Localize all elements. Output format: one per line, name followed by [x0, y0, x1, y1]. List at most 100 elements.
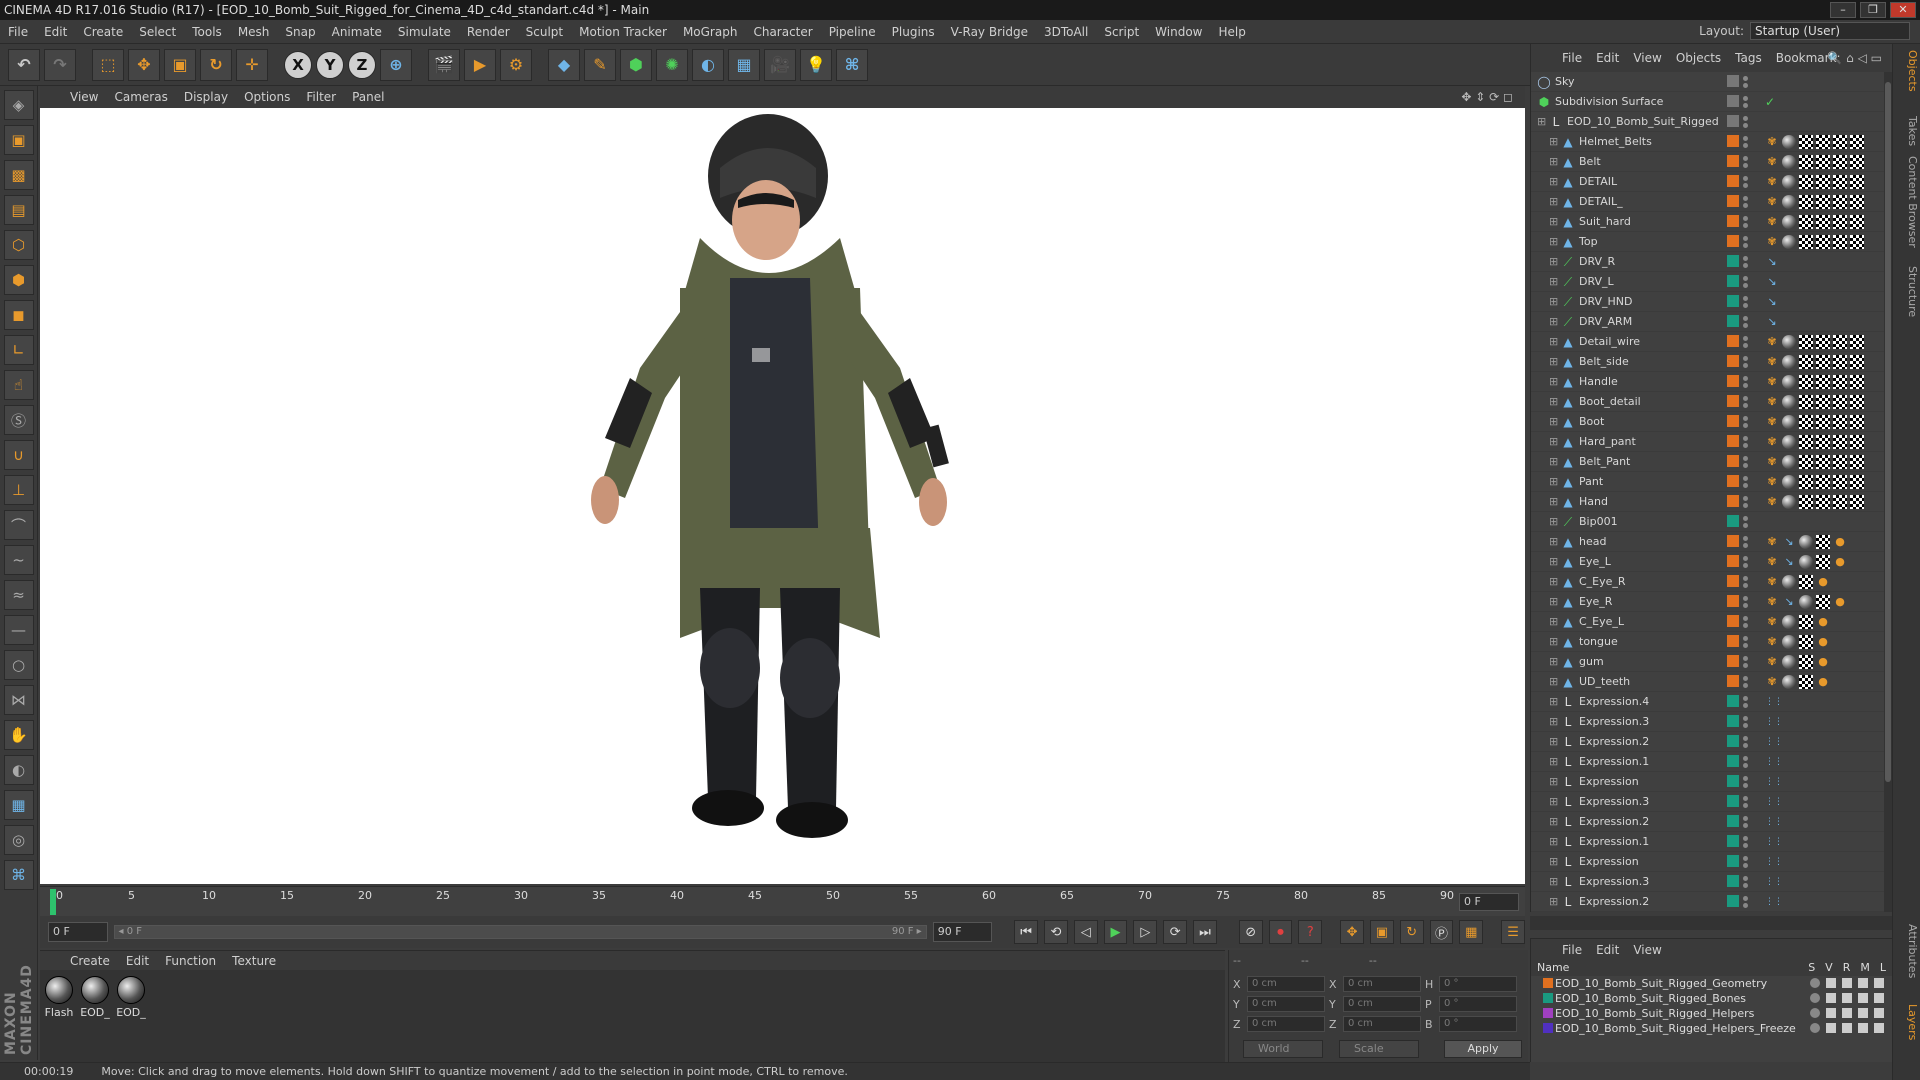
layer-color-swatch[interactable]: [1727, 415, 1739, 427]
material-tag-icon[interactable]: [1782, 195, 1796, 209]
sculpt-pull-icon[interactable]: ⌒: [3, 510, 34, 540]
editor-visibility-dot[interactable]: [1743, 136, 1748, 141]
uvw-tag-icon[interactable]: [1799, 375, 1813, 389]
render-visibility-dot[interactable]: [1743, 343, 1748, 348]
expand-toggle-icon[interactable]: ⊞: [1549, 692, 1558, 712]
material-tag-icon[interactable]: [1782, 215, 1796, 229]
object-row[interactable]: ⊞ ▲ DETAIL ✾: [1531, 172, 1888, 192]
object-row[interactable]: ⊞ ▲ Boot ✾: [1531, 412, 1888, 432]
current-frame-field[interactable]: 0 F: [1459, 893, 1519, 911]
ik-tag-icon[interactable]: ↘: [1782, 595, 1796, 609]
object-row[interactable]: ⊞ ▲ Suit_hard ✾: [1531, 212, 1888, 232]
object-row[interactable]: ⊞ L Expression.2 ⋮⋮: [1531, 732, 1888, 752]
xpresso-tag-icon[interactable]: ⋮⋮: [1765, 895, 1783, 909]
points-mode-icon[interactable]: ⬡: [3, 230, 34, 260]
uvw-tag-icon[interactable]: [1816, 375, 1830, 389]
editor-visibility-dot[interactable]: [1743, 436, 1748, 441]
expand-toggle-icon[interactable]: ⊞: [1549, 872, 1558, 892]
render-visibility-dot[interactable]: [1743, 743, 1748, 748]
editor-visibility-dot[interactable]: [1743, 336, 1748, 341]
render-visibility-dot[interactable]: [1743, 183, 1748, 188]
uvw-tag-icon[interactable]: [1833, 215, 1847, 229]
camera-icon[interactable]: 🎥: [764, 48, 796, 81]
om-menu-file[interactable]: File: [1555, 46, 1589, 70]
layer-color-swatch[interactable]: [1543, 993, 1553, 1003]
uvw-tag-icon[interactable]: [1850, 195, 1864, 209]
editor-visibility-dot[interactable]: [1743, 176, 1748, 181]
uvw-tag-icon[interactable]: [1833, 455, 1847, 469]
x-axis-icon[interactable]: X: [284, 50, 312, 79]
object-row[interactable]: ⊞ L Expression.3 ⋮⋮: [1531, 872, 1888, 892]
z-axis-icon[interactable]: Z: [348, 50, 376, 79]
expand-toggle-icon[interactable]: ⊞: [1549, 232, 1558, 252]
layer-render-icon[interactable]: [1842, 1023, 1852, 1033]
material-tag-icon[interactable]: [1782, 635, 1796, 649]
weight-tag-icon[interactable]: ●: [1816, 635, 1830, 649]
size-x-field[interactable]: 0 cm: [1343, 976, 1421, 992]
menu-simulate[interactable]: Simulate: [390, 20, 459, 44]
layer-color-swatch[interactable]: [1727, 535, 1739, 547]
object-row[interactable]: ⊞ L Expression.3 ⋮⋮: [1531, 712, 1888, 732]
phong-tag-icon[interactable]: ✾: [1765, 215, 1779, 229]
xpresso-tag-icon[interactable]: ⋮⋮: [1765, 775, 1783, 789]
layer-manager-icon[interactable]: [1858, 993, 1868, 1003]
om-menu-tags[interactable]: Tags: [1728, 46, 1769, 70]
menu-tools[interactable]: Tools: [184, 20, 230, 44]
editor-visibility-dot[interactable]: [1743, 496, 1748, 501]
render-visibility-dot[interactable]: [1743, 583, 1748, 588]
uvw-tag-icon[interactable]: [1833, 395, 1847, 409]
close-button[interactable]: ✕: [1890, 2, 1916, 18]
weight-tag-icon[interactable]: ●: [1816, 675, 1830, 689]
material-item[interactable]: EOD_: [116, 976, 146, 1056]
editor-visibility-dot[interactable]: [1743, 276, 1748, 281]
om-menu-objects[interactable]: Objects: [1669, 46, 1728, 70]
uvw-tag-icon[interactable]: [1850, 475, 1864, 489]
phong-tag-icon[interactable]: ✾: [1765, 635, 1779, 649]
layer-color-swatch[interactable]: [1727, 275, 1739, 287]
layer-color-swatch[interactable]: [1727, 895, 1739, 907]
size-z-field[interactable]: 0 cm: [1343, 1016, 1421, 1032]
phong-tag-icon[interactable]: ✾: [1765, 415, 1779, 429]
material-tag-icon[interactable]: [1782, 335, 1796, 349]
uvw-tag-icon[interactable]: [1816, 415, 1830, 429]
editor-visibility-dot[interactable]: [1743, 356, 1748, 361]
object-row[interactable]: ⊞ ⟋ DRV_ARM ↘: [1531, 312, 1888, 332]
redo-icon[interactable]: ↷: [44, 48, 76, 81]
uvw-tag-icon[interactable]: [1799, 415, 1813, 429]
editor-visibility-dot[interactable]: [1743, 896, 1748, 901]
render-visibility-dot[interactable]: [1743, 563, 1748, 568]
om-menu-edit[interactable]: Edit: [1589, 46, 1626, 70]
uvw-tag-icon[interactable]: [1799, 655, 1813, 669]
sculpt-flatten-icon[interactable]: —: [3, 615, 34, 645]
uvw-tag-icon[interactable]: [1799, 475, 1813, 489]
next-key-icon[interactable]: ⟳: [1163, 920, 1188, 944]
uvw-tag-icon[interactable]: [1816, 155, 1830, 169]
editor-visibility-dot[interactable]: [1743, 876, 1748, 881]
menu-plugins[interactable]: Plugins: [884, 20, 943, 44]
tab-structure[interactable]: Structure: [1895, 266, 1919, 317]
layer-color-swatch[interactable]: [1727, 695, 1739, 707]
editor-visibility-dot[interactable]: [1743, 636, 1748, 641]
layer-manager-icon[interactable]: [1858, 1008, 1868, 1018]
layer-color-swatch[interactable]: [1727, 795, 1739, 807]
layer-render-icon[interactable]: [1842, 993, 1852, 1003]
uvw-tag-icon[interactable]: [1799, 435, 1813, 449]
object-row[interactable]: ⊞ ⟋ DRV_R ↘: [1531, 252, 1888, 272]
viewport-menu-panel[interactable]: Panel: [344, 85, 392, 109]
uvw-tag-icon[interactable]: [1816, 595, 1830, 609]
object-row[interactable]: ⊞ ▲ C_Eye_R ✾ ●: [1531, 572, 1888, 592]
render-visibility-dot[interactable]: [1743, 263, 1748, 268]
uvw-tag-icon[interactable]: [1816, 135, 1830, 149]
uvw-tag-icon[interactable]: [1850, 455, 1864, 469]
uvw-tag-icon[interactable]: [1816, 455, 1830, 469]
position-z-field[interactable]: 0 cm: [1247, 1016, 1325, 1032]
render-view-icon[interactable]: 🎬: [428, 48, 460, 81]
editor-visibility-dot[interactable]: [1743, 156, 1748, 161]
expand-toggle-icon[interactable]: ⊞: [1549, 592, 1558, 612]
model-mode-icon[interactable]: ▣: [3, 125, 34, 155]
object-row[interactable]: ⊞ L Expression ⋮⋮: [1531, 772, 1888, 792]
render-visibility-dot[interactable]: [1743, 723, 1748, 728]
menu-file[interactable]: File: [0, 20, 36, 44]
render-visibility-dot[interactable]: [1743, 703, 1748, 708]
object-row[interactable]: ⊞ ▲ Eye_L ✾ ↘ ●: [1531, 552, 1888, 572]
